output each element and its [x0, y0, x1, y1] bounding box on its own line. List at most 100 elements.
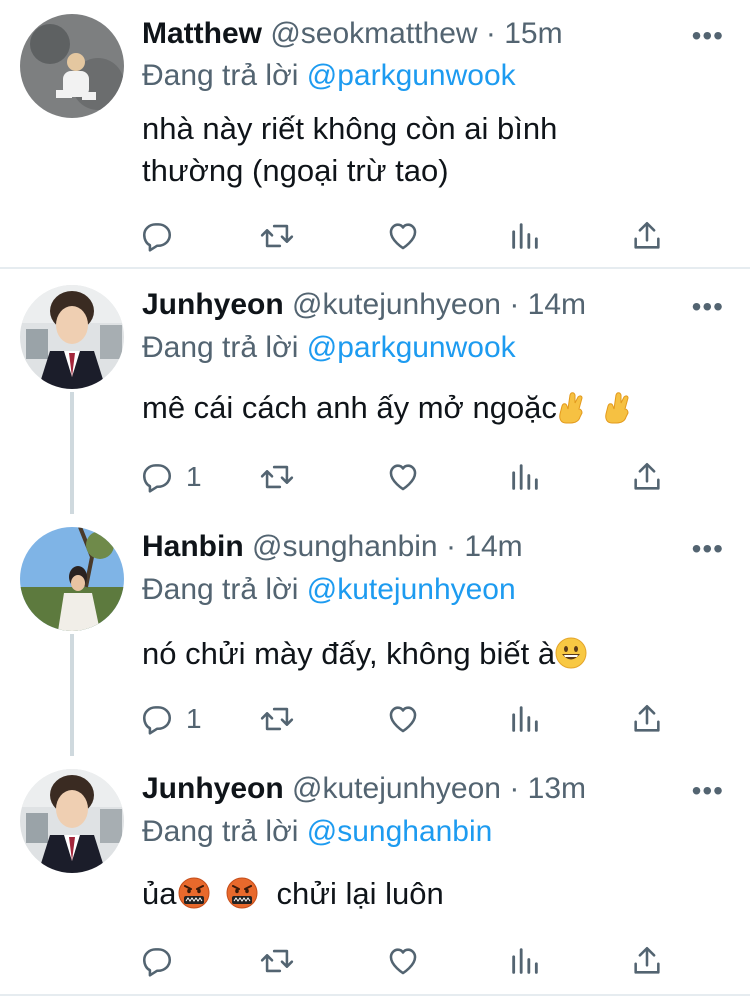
share-button[interactable]	[630, 216, 664, 256]
avatar[interactable]	[20, 14, 124, 118]
mention-link[interactable]: @kutejunhyeon	[307, 573, 516, 606]
action-bar	[140, 941, 680, 981]
crossed-fingers-emoji	[559, 392, 583, 424]
heart-icon	[389, 706, 417, 733]
user-handle[interactable]: @seokmatthew	[270, 17, 477, 50]
cursing-face-emoji	[178, 877, 210, 909]
user-handle[interactable]: @kutejunhyeon	[292, 772, 501, 805]
share-icon	[634, 704, 660, 732]
retweet-icon	[260, 949, 294, 973]
cursing-face-emoji	[226, 877, 258, 909]
replying-to: Đang trả lời @kutejunhyeon	[142, 572, 516, 608]
analytics-icon	[512, 706, 538, 732]
separator-dot: ·	[509, 288, 520, 321]
retweet-button[interactable]	[260, 457, 294, 497]
replying-to-label: Đang trả lời	[142, 59, 299, 92]
heart-icon	[389, 948, 417, 975]
retweet-button[interactable]	[260, 699, 294, 739]
analytics-icon	[512, 223, 538, 249]
reply-button[interactable]	[140, 941, 186, 981]
display-name[interactable]: Hanbin	[142, 530, 244, 563]
reply-count: 1	[186, 461, 202, 492]
replying-to-label: Đang trả lời	[142, 331, 299, 364]
retweet-icon	[260, 707, 294, 731]
analytics-icon	[512, 948, 538, 974]
tweet-text: ủa chửi lại luôn	[142, 873, 712, 915]
like-button[interactable]	[386, 699, 420, 739]
like-button[interactable]	[386, 457, 420, 497]
retweet-icon	[260, 224, 294, 248]
share-button[interactable]	[630, 699, 664, 739]
mention-link[interactable]: @parkgunwook	[307, 331, 516, 364]
views-button[interactable]	[508, 941, 542, 981]
display-name[interactable]: Matthew	[142, 17, 262, 50]
replying-to-label: Đang trả lời	[142, 815, 299, 848]
tweet-header: Junhyeon @kutejunhyeon · 14m	[142, 287, 680, 323]
like-button[interactable]	[386, 941, 420, 981]
tweet-header: Hanbin @sunghanbin · 14m	[142, 529, 680, 565]
tweet-header: Junhyeon @kutejunhyeon · 13m	[142, 771, 680, 807]
tweet-text: mê cái cách anh ấy mở ngoặc	[142, 387, 712, 429]
analytics-icon	[512, 464, 538, 490]
reply-icon	[142, 223, 172, 252]
more-icon[interactable]: •••	[692, 535, 724, 563]
separator-dot: ·	[445, 530, 456, 563]
user-handle[interactable]: @sunghanbin	[252, 530, 438, 563]
replying-to: Đang trả lời @parkgunwook	[142, 330, 516, 366]
user-handle[interactable]: @kutejunhyeon	[292, 288, 501, 321]
tweet-text: nhà này riết không còn ai bình thường (n…	[142, 111, 558, 188]
display-name[interactable]: Junhyeon	[142, 288, 284, 321]
tweet-header: Matthew @seokmatthew · 15m	[142, 16, 680, 52]
action-bar: 1	[140, 699, 680, 739]
tweet-text-content: nó chửi mày đấy, không biết à	[142, 636, 556, 671]
share-button[interactable]	[630, 941, 664, 981]
replying-to-label: Đang trả lời	[142, 573, 299, 606]
avatar[interactable]	[20, 769, 124, 873]
tweet[interactable]: Hanbin @sunghanbin · 14m ••• Đang trả lờ…	[0, 507, 750, 745]
mention-link[interactable]: @parkgunwook	[307, 59, 516, 92]
grinning-face-emoji	[555, 637, 587, 669]
share-icon	[634, 946, 660, 974]
timestamp[interactable]: 14m	[528, 288, 586, 321]
tweet-divider	[0, 994, 750, 996]
like-button[interactable]	[386, 216, 420, 256]
tweet-text-content: mê cái cách anh ấy mở ngoặc	[142, 390, 557, 425]
action-bar	[140, 216, 680, 256]
reply-button[interactable]: 1	[140, 457, 202, 497]
views-button[interactable]	[508, 699, 542, 739]
reply-icon	[142, 948, 172, 977]
timestamp[interactable]: 15m	[504, 17, 562, 50]
timestamp[interactable]: 14m	[464, 530, 522, 563]
separator-dot: ·	[509, 772, 520, 805]
crossed-fingers-emoji	[605, 392, 629, 424]
more-icon[interactable]: •••	[692, 293, 724, 321]
tweet[interactable]: Matthew @seokmatthew · 15m ••• Đang trả …	[0, 0, 750, 268]
retweet-button[interactable]	[260, 941, 294, 981]
avatar[interactable]	[20, 285, 124, 389]
tweet-text: nó chửi mày đấy, không biết à	[142, 633, 712, 675]
tweet[interactable]: Junhyeon @kutejunhyeon · 13m ••• Đang tr…	[0, 745, 750, 995]
replying-to: Đang trả lời @parkgunwook	[142, 58, 516, 94]
heart-icon	[389, 223, 417, 250]
separator-dot: ·	[485, 17, 496, 50]
reply-button[interactable]	[140, 216, 186, 256]
reply-button[interactable]: 1	[140, 699, 202, 739]
avatar[interactable]	[20, 527, 124, 631]
share-icon	[634, 221, 660, 249]
retweet-button[interactable]	[260, 216, 294, 256]
share-button[interactable]	[630, 457, 664, 497]
display-name[interactable]: Junhyeon	[142, 772, 284, 805]
mention-link[interactable]: @sunghanbin	[307, 815, 493, 848]
tweet-text-content: ủa	[142, 876, 177, 911]
action-bar: 1	[140, 457, 680, 497]
more-icon[interactable]: •••	[692, 777, 724, 805]
views-button[interactable]	[508, 216, 542, 256]
timestamp[interactable]: 13m	[528, 772, 586, 805]
views-button[interactable]	[508, 457, 542, 497]
share-icon	[634, 462, 660, 490]
replying-to: Đang trả lời @sunghanbin	[142, 814, 492, 850]
reply-icon	[142, 464, 172, 493]
tweet[interactable]: Junhyeon @kutejunhyeon · 14m ••• Đang tr…	[0, 269, 750, 507]
heart-icon	[389, 464, 417, 491]
more-icon[interactable]: •••	[692, 22, 724, 50]
